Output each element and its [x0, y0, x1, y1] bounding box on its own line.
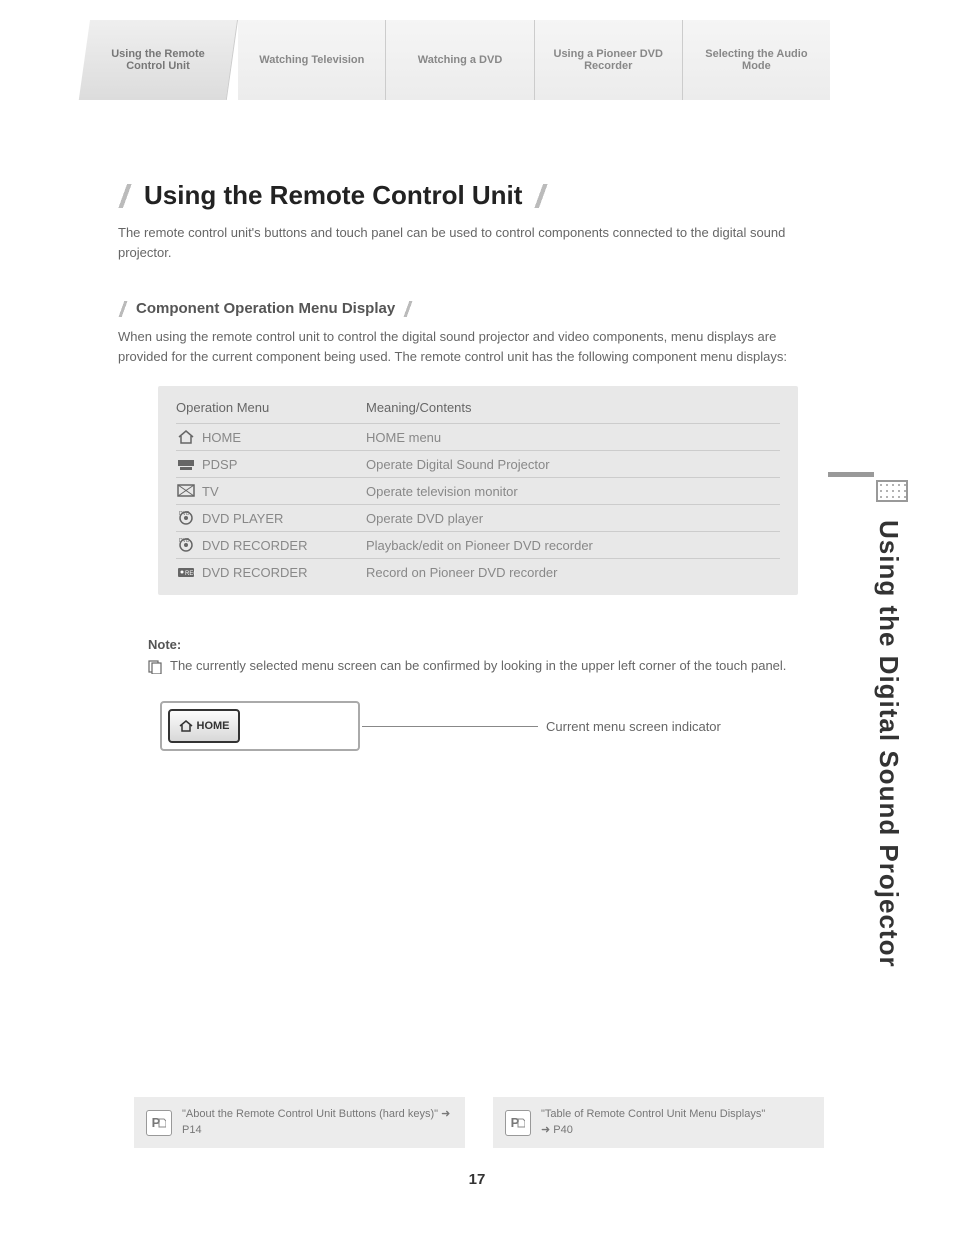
home-icon: [176, 429, 196, 445]
svg-text:REC: REC: [185, 571, 195, 577]
menu-name: PDSP: [202, 457, 237, 472]
touch-panel-frame: HOME: [160, 701, 360, 751]
table-row: HOME HOME menu: [176, 423, 780, 450]
tab-label: Selecting the Audio Mode: [691, 48, 822, 72]
footer-references: P "About the Remote Control Unit Buttons…: [134, 1097, 824, 1148]
ref-page: P40: [553, 1124, 573, 1136]
table-row: TV Operate television monitor: [176, 477, 780, 504]
menu-name: HOME: [202, 430, 241, 445]
ref-page: P14: [182, 1124, 202, 1136]
intro-text: The remote control unit's buttons and to…: [118, 223, 818, 262]
svg-text:DVD: DVD: [179, 511, 190, 517]
connector-line: [368, 726, 538, 727]
page-ref-icon: P: [505, 1110, 531, 1136]
menu-desc: Record on Pioneer DVD recorder: [366, 565, 780, 580]
indicator-figure: HOME Current menu screen indicator: [160, 701, 818, 751]
menu-desc: Playback/edit on Pioneer DVD recorder: [366, 538, 780, 553]
ref-title: "Table of Remote Control Unit Menu Displ…: [541, 1108, 765, 1120]
tv-icon: [176, 483, 196, 499]
menu-desc: HOME menu: [366, 430, 780, 445]
slash-decor-icon: [118, 301, 128, 317]
tab-audio-mode[interactable]: Selecting the Audio Mode: [683, 20, 830, 100]
note-title: Note:: [148, 637, 818, 652]
dvd-player-icon: DVD: [176, 510, 196, 526]
tab-dvd-recorder[interactable]: Using a Pioneer DVD Recorder: [535, 20, 683, 100]
side-dots-icon: [876, 480, 908, 502]
menu-desc: Operate DVD player: [366, 511, 780, 526]
operation-menu-table: Operation Menu Meaning/Contents HOME HOM…: [158, 386, 798, 595]
table-row: REC DVD RECORDER Record on Pioneer DVD r…: [176, 558, 780, 585]
dvd-recorder-icon: DVD: [176, 537, 196, 553]
section-title: Component Operation Menu Display: [136, 300, 395, 317]
col-header: Operation Menu: [176, 400, 366, 415]
menu-name: DVD RECORDER: [202, 538, 307, 553]
arrow-icon: ➜: [541, 1124, 553, 1136]
table-row: PDSP Operate Digital Sound Projector: [176, 450, 780, 477]
rec-icon: REC: [176, 564, 196, 580]
menu-name: TV: [202, 484, 219, 499]
slash-decor-icon: [403, 301, 413, 317]
menu-desc: Operate television monitor: [366, 484, 780, 499]
subheading-row: Component Operation Menu Display: [118, 300, 818, 317]
tab-label: Using a Pioneer DVD Recorder: [543, 48, 674, 72]
heading-row: Using the Remote Control Unit: [118, 180, 818, 211]
note-icon: [148, 660, 162, 677]
projector-icon: [176, 456, 196, 472]
table-row: DVD DVD RECORDER Playback/edit on Pionee…: [176, 531, 780, 558]
tab-watching-tv[interactable]: Watching Television: [238, 20, 386, 100]
page-title: Using the Remote Control Unit: [144, 180, 522, 211]
ref-title: "About the Remote Control Unit Buttons (…: [182, 1108, 438, 1120]
table-row: DVD DVD PLAYER Operate DVD player: [176, 504, 780, 531]
table-header: Operation Menu Meaning/Contents: [176, 400, 780, 423]
reference-box: P "Table of Remote Control Unit Menu Dis…: [493, 1097, 824, 1148]
nav-tabs: Using the Remote Control Unit Watching T…: [90, 20, 830, 100]
tab-label: Watching a DVD: [418, 54, 503, 66]
home-chip: HOME: [168, 709, 240, 743]
note-block: Note: The currently selected menu screen…: [148, 637, 818, 677]
menu-name: DVD PLAYER: [202, 511, 283, 526]
section-text: When using the remote control unit to co…: [118, 327, 818, 366]
note-text: The currently selected menu screen can b…: [170, 658, 786, 673]
col-header: Meaning/Contents: [366, 400, 780, 415]
tab-label: Watching Television: [259, 54, 364, 66]
side-section-label: Using the Digital Sound Projector: [873, 520, 904, 968]
reference-box: P "About the Remote Control Unit Buttons…: [134, 1097, 465, 1148]
page-ref-icon: P: [146, 1110, 172, 1136]
home-icon: [179, 720, 193, 732]
indicator-label: Current menu screen indicator: [546, 719, 721, 734]
slash-decor-icon: [534, 184, 548, 208]
chip-label: HOME: [197, 720, 230, 732]
menu-desc: Operate Digital Sound Projector: [366, 457, 780, 472]
svg-text:DVD: DVD: [179, 538, 190, 544]
side-tab-marker: [828, 472, 874, 477]
main-content: Using the Remote Control Unit The remote…: [118, 180, 818, 751]
menu-name: DVD RECORDER: [202, 565, 307, 580]
arrow-icon: ➜: [441, 1108, 450, 1120]
tab-watching-dvd[interactable]: Watching a DVD: [386, 20, 534, 100]
slash-decor-icon: [118, 184, 132, 208]
page-number: 17: [0, 1171, 954, 1188]
tab-remote-control[interactable]: Using the Remote Control Unit: [79, 20, 238, 100]
tab-label: Using the Remote Control Unit: [92, 48, 223, 72]
